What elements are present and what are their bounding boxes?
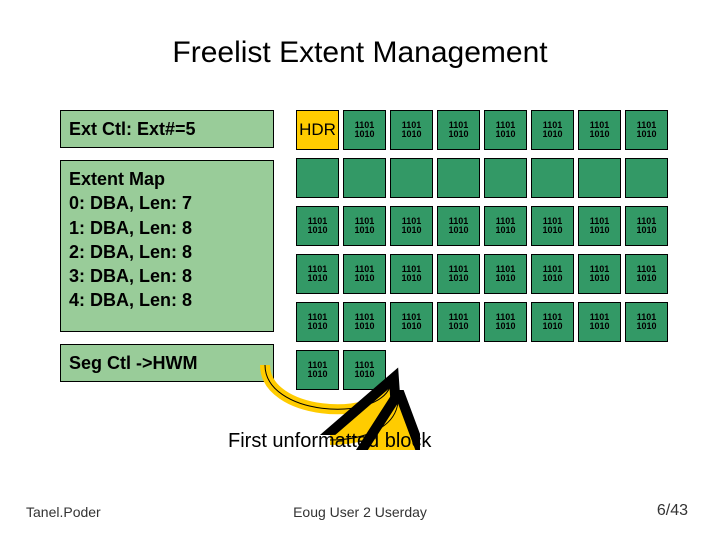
extent-map-title: Extent Map [69,167,265,191]
bitmap-cell: 11011010 [625,110,668,150]
bitmap-cell: 11011010 [437,206,480,246]
bitmap-cell: 11011010 [531,254,574,294]
bitmap-cell: 11011010 [343,254,386,294]
bitmap-cell: 11011010 [531,110,574,150]
bitmap-cell: 11011010 [390,110,433,150]
bitmap-cell: 11011010 [343,350,386,390]
grid-row: 1101101011011010110110101101101011011010… [296,302,678,342]
grid-row: 1101101011011010110110101101101011011010… [296,254,678,294]
bitmap-cell: 11011010 [390,206,433,246]
extent-map-row: 1: DBA, Len: 8 [69,216,265,240]
extent-map-row: 4: DBA, Len: 8 [69,288,265,312]
grid-row: 1101101011011010 [296,350,678,390]
blank-cell [390,158,433,198]
bitmap-cell: 11011010 [437,254,480,294]
extent-map-row: 3: DBA, Len: 8 [69,264,265,288]
bitmap-cell: 11011010 [390,254,433,294]
bitmap-cell: 11011010 [625,302,668,342]
hdr-cell: HDR [296,110,339,150]
seg-ctl-text: Seg Ctl ->HWM [69,351,198,375]
bitmap-cell: 11011010 [484,302,527,342]
blank-cell [343,158,386,198]
blank-cell [484,158,527,198]
bitmap-cell: 11011010 [484,110,527,150]
block-grid: HDR1101101011011010110110101101101011011… [296,110,678,398]
bitmap-cell: 11011010 [625,254,668,294]
bitmap-cell: 11011010 [343,206,386,246]
ext-ctl-text: Ext Ctl: Ext#=5 [69,117,196,141]
unformatted-caption: First unformatted block [228,430,431,453]
bitmap-cell: 11011010 [531,302,574,342]
bitmap-cell: 11011010 [296,302,339,342]
grid-row [296,158,678,198]
ext-ctl-box: Ext Ctl: Ext#=5 [60,110,274,148]
bitmap-cell: 11011010 [343,302,386,342]
bitmap-cell: 11011010 [578,254,621,294]
bitmap-cell: 11011010 [578,110,621,150]
blank-cell [578,158,621,198]
bitmap-cell: 11011010 [625,206,668,246]
bitmap-cell: 11011010 [484,206,527,246]
seg-ctl-box: Seg Ctl ->HWM [60,344,274,382]
blank-cell [296,158,339,198]
bitmap-cell: 11011010 [578,302,621,342]
bitmap-cell: 11011010 [296,254,339,294]
grid-row: 1101101011011010110110101101101011011010… [296,206,678,246]
blank-cell [531,158,574,198]
bitmap-cell: 11011010 [578,206,621,246]
bitmap-cell: 11011010 [296,206,339,246]
bitmap-cell: 11011010 [437,302,480,342]
bitmap-cell: 11011010 [531,206,574,246]
extent-map-row: 2: DBA, Len: 8 [69,240,265,264]
footer-event: Eoug User 2 Userday [0,504,720,520]
bitmap-cell: 11011010 [484,254,527,294]
bitmap-cell: 11011010 [343,110,386,150]
footer-pager: 6/43 [657,502,688,520]
bitmap-cell: 11011010 [437,110,480,150]
extent-map-row: 0: DBA, Len: 7 [69,191,265,215]
blank-cell [625,158,668,198]
grid-row: HDR1101101011011010110110101101101011011… [296,110,678,150]
slide-title: Freelist Extent Management [0,36,720,70]
bitmap-cell: 11011010 [390,302,433,342]
bitmap-cell: 11011010 [296,350,339,390]
extent-map-box: Extent Map 0: DBA, Len: 7 1: DBA, Len: 8… [60,160,274,332]
blank-cell [437,158,480,198]
